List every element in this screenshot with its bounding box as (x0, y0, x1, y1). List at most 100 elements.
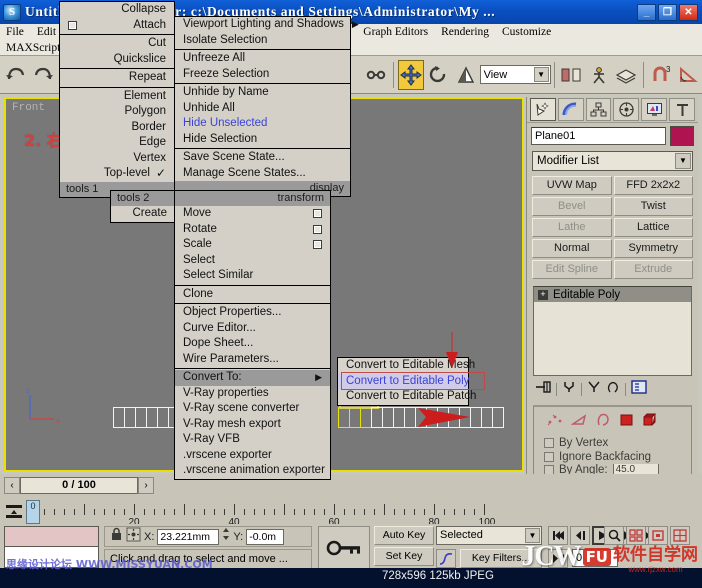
menu-item-vray-mesh-export[interactable]: V-Ray mesh export (175, 417, 330, 433)
menu-item-quickslice[interactable]: Quickslice (60, 52, 174, 68)
menu-file[interactable]: File (6, 26, 24, 38)
vertex-icon[interactable] (546, 413, 563, 432)
menu-rendering[interactable]: Rendering (441, 26, 489, 38)
modifier-button-extrude[interactable]: Extrude (614, 260, 694, 279)
chevron-down-icon[interactable]: ▼ (534, 67, 549, 82)
menu-item-convert-to-editable-patch[interactable]: Convert to Editable Patch (338, 389, 468, 405)
expand-plus-icon[interactable]: + (538, 290, 548, 300)
menu-item-rotate[interactable]: Rotate (175, 222, 330, 238)
menu-item-polygon[interactable]: Polygon (60, 104, 174, 120)
modifier-button-lattice[interactable]: Lattice (614, 218, 694, 237)
layer-manager-icon[interactable] (614, 60, 640, 90)
menu-item-manage-scene-states[interactable]: Manage Scene States... (175, 166, 350, 182)
modifier-stack-entry[interactable]: + Editable Poly (534, 287, 691, 302)
quad-menu-tools1[interactable]: Collapse Attach Cut Quickslice Repeat El… (59, 1, 175, 198)
modifier-button-twist[interactable]: Twist (614, 197, 694, 216)
menu-item-object-properties[interactable]: Object Properties... (175, 305, 330, 321)
element-icon[interactable] (642, 413, 659, 432)
menu-item-isolate-selection[interactable]: Isolate Selection (175, 33, 350, 49)
select-and-scale-icon[interactable] (453, 60, 479, 90)
set-key-button[interactable]: Set Key (374, 547, 434, 566)
move-settings-box-icon[interactable] (313, 209, 322, 218)
modifier-button-uvw-map[interactable]: UVW Map (532, 176, 612, 195)
menu-edit[interactable]: Edit (37, 26, 56, 38)
menu-item-unhide-by-name[interactable]: Unhide by Name (175, 85, 350, 101)
auto-key-button[interactable]: Auto Key (374, 526, 434, 545)
create-tab[interactable] (530, 98, 556, 121)
display-tab[interactable] (641, 98, 667, 121)
menu-item-create[interactable]: Create (111, 206, 175, 222)
select-and-link-icon[interactable] (364, 60, 390, 90)
menu-item-scale[interactable]: Scale (175, 237, 330, 253)
menu-item-convert-to[interactable]: Convert To:▶ (175, 370, 330, 386)
modifier-stack[interactable]: + Editable Poly (533, 286, 692, 376)
menu-item-vrscene-exporter[interactable]: .vrscene exporter (175, 448, 330, 464)
polygon-icon[interactable] (619, 413, 634, 432)
configure-sets-icon[interactable] (631, 380, 647, 399)
absolute-relative-icon[interactable] (126, 527, 141, 547)
menu-item-collapse[interactable]: Collapse (60, 2, 174, 18)
attach-settings-box-icon[interactable] (68, 21, 77, 30)
checkbox-icon[interactable] (544, 465, 554, 475)
menu-item-attach[interactable]: Attach (60, 18, 174, 34)
menu-item-clone[interactable]: Clone (175, 287, 330, 303)
next-frame-arrow[interactable]: › (138, 477, 154, 494)
checkbox-by-vertex[interactable]: By Vertex (534, 436, 691, 450)
minimize-button[interactable]: _ (637, 4, 656, 21)
menu-item-border[interactable]: Border (60, 120, 174, 136)
undo-icon[interactable] (3, 60, 29, 90)
time-slider[interactable]: 0 (26, 500, 40, 524)
edge-icon[interactable] (571, 413, 588, 432)
align-icon[interactable] (586, 60, 612, 90)
select-and-move-icon[interactable] (398, 60, 424, 90)
menu-item-vertex[interactable]: Vertex (60, 151, 174, 167)
close-button[interactable]: ✕ (679, 4, 698, 21)
modifier-button-normal[interactable]: Normal (532, 239, 612, 258)
menu-item-select-similar[interactable]: Select Similar (175, 268, 330, 284)
menu-item-hide-selection[interactable]: Hide Selection (175, 132, 350, 148)
object-color-swatch[interactable] (670, 126, 694, 146)
hierarchy-tab[interactable] (586, 98, 612, 121)
menu-item-repeat[interactable]: Repeat (60, 70, 174, 86)
checkbox-icon[interactable] (544, 438, 554, 448)
menu-item-move[interactable]: Move (175, 206, 330, 222)
menu-item-dope-sheet[interactable]: Dope Sheet... (175, 336, 330, 352)
angle-snap-icon[interactable] (676, 60, 702, 90)
x-coordinate-field[interactable]: 23.221mm (157, 529, 219, 545)
menu-item-edge[interactable]: Edge (60, 135, 174, 151)
checkbox-ignore-backfacing[interactable]: Ignore Backfacing (534, 450, 691, 464)
coordinate-system-combo[interactable]: View ▼ (480, 65, 551, 84)
menu-maxscript[interactable]: MAXScript (6, 42, 60, 54)
object-name-field[interactable]: Plane01 (531, 127, 666, 145)
previous-frame-arrow[interactable]: ‹ (4, 477, 20, 494)
menu-customize[interactable]: Customize (502, 26, 551, 38)
modifier-button-bevel[interactable]: Bevel (532, 197, 612, 216)
snap-toggle-icon[interactable]: 3 (648, 60, 674, 90)
menu-item-vray-vfb[interactable]: V-Ray VFB (175, 432, 330, 448)
key-mode-toggle-icon[interactable] (318, 526, 370, 569)
utilities-tab[interactable] (669, 98, 695, 121)
menu-item-curve-editor[interactable]: Curve Editor... (175, 321, 330, 337)
make-unique-icon[interactable] (587, 380, 601, 399)
modifier-list-combo[interactable]: Modifier List ▼ (532, 151, 693, 171)
menu-item-vray-properties[interactable]: V-Ray properties (175, 386, 330, 402)
menu-item-cut[interactable]: Cut (60, 36, 174, 52)
chevron-down-icon[interactable]: ▼ (675, 153, 691, 169)
rotate-settings-box-icon[interactable] (313, 225, 322, 234)
menu-item-element[interactable]: Element (60, 89, 174, 105)
menu-item-unfreeze-all[interactable]: Unfreeze All (175, 51, 350, 67)
lock-selection-icon[interactable] (110, 527, 123, 547)
menu-item-save-scene-state[interactable]: Save Scene State... (175, 150, 350, 166)
border-icon[interactable] (596, 413, 611, 432)
quad-menu-transform[interactable]: transform Move Rotate Scale Select Selec… (174, 190, 331, 480)
scale-settings-box-icon[interactable] (313, 240, 322, 249)
modify-tab[interactable] (558, 98, 584, 121)
key-curve-icon[interactable] (436, 549, 456, 568)
modifier-button-edit-spline[interactable]: Edit Spline (532, 260, 612, 279)
menu-item-vray-scene-converter[interactable]: V-Ray scene converter (175, 401, 330, 417)
menu-item-select[interactable]: Select (175, 253, 330, 269)
x-spinner-icon[interactable] (222, 527, 230, 546)
remove-modifier-icon[interactable] (606, 380, 620, 399)
menu-graph-editors[interactable]: Graph Editors (363, 26, 428, 38)
menu-item-viewport-lighting-and-shadows[interactable]: Viewport Lighting and Shadows▶ (175, 17, 350, 33)
